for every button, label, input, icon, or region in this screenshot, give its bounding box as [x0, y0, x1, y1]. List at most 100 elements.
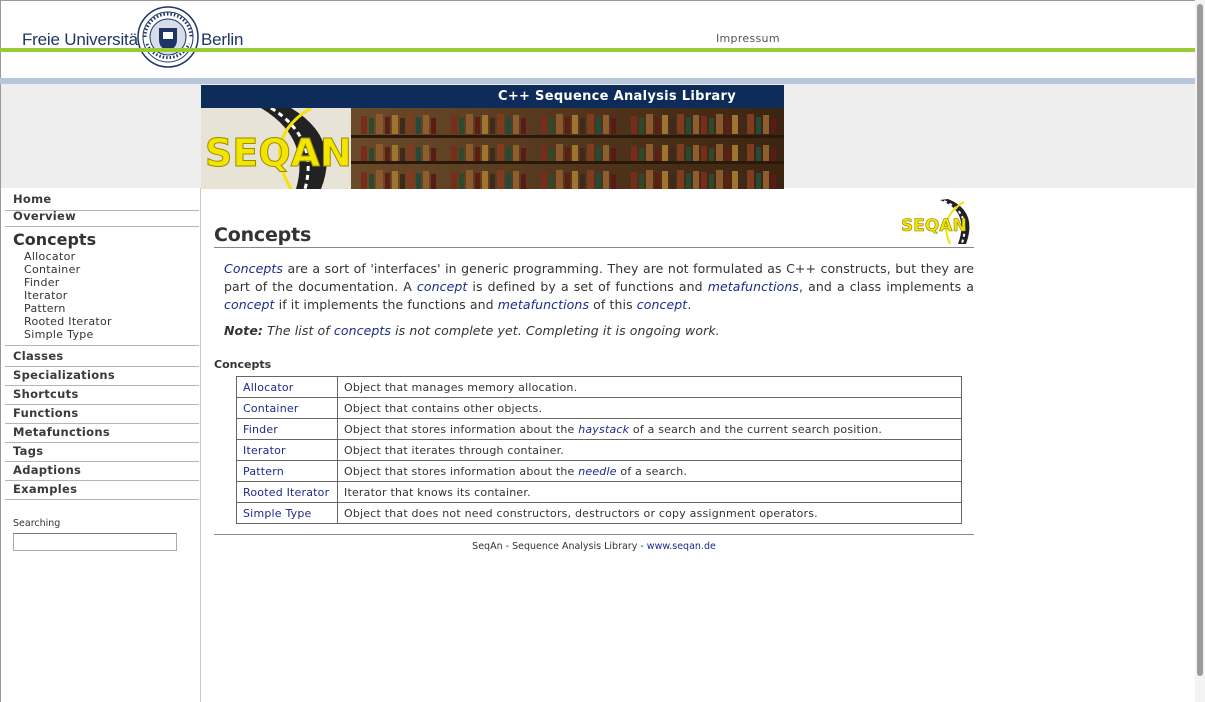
banner-title: C++ Sequence Analysis Library	[497, 89, 736, 104]
nav-divider	[5, 345, 199, 346]
concepts-table: Allocator Object that manages memory all…	[236, 376, 962, 524]
note-text: is not complete yet. Completing it is on…	[391, 323, 720, 338]
search-input[interactable]	[13, 533, 177, 551]
nav-divider	[5, 385, 199, 386]
university-name-right: Berlin	[201, 30, 244, 49]
table-cell-name: Finder	[236, 418, 338, 440]
table-row: Iterator Object that iterates through co…	[236, 439, 962, 461]
nav-divider	[5, 499, 199, 500]
intro-text: if it implements the functions and	[274, 297, 498, 312]
sidebar-item-adaptions[interactable]: Adaptions	[13, 463, 81, 477]
note-paragraph: Note: The list of concepts is not comple…	[224, 323, 974, 338]
concept-link-simple-type[interactable]: Simple Type	[243, 507, 312, 520]
concept-link-allocator[interactable]: Allocator	[243, 381, 294, 394]
sidebar-subitem-rooted-iterator[interactable]: Rooted Iterator	[24, 315, 112, 328]
link-metafunctions[interactable]: metafunctions	[498, 297, 589, 312]
table-cell-name: Pattern	[236, 460, 338, 482]
table-cell-name: Rooted Iterator	[236, 481, 338, 503]
sidebar-item-home[interactable]: Home	[13, 192, 52, 206]
sidebar-subitem-container[interactable]: Container	[24, 263, 80, 276]
table-cell-desc: Object that does not need constructors, …	[337, 502, 962, 524]
concept-link-rooted-iterator[interactable]: Rooted Iterator	[243, 486, 329, 499]
seqan-logo-text: SEQAN	[205, 131, 352, 175]
desc-text: of a search.	[616, 464, 688, 478]
table-row: Rooted Iterator Iterator that knows its …	[236, 481, 962, 503]
sidebar-item-classes[interactable]: Classes	[13, 349, 64, 363]
table-cell-desc: Object that stores information about the…	[337, 418, 962, 440]
intro-text: of this	[589, 297, 637, 312]
sidebar-heading-concepts[interactable]: Concepts	[13, 230, 96, 249]
link-concepts[interactable]: Concepts	[224, 261, 283, 276]
table-row: Pattern Object that stores information a…	[236, 460, 962, 482]
table-row: Finder Object that stores information ab…	[236, 418, 962, 440]
footer: SeqAn - Sequence Analysis Library - www.…	[214, 541, 974, 552]
sidebar-subitem-allocator[interactable]: Allocator	[24, 250, 75, 263]
impressum-link[interactable]: Impressum	[716, 32, 780, 45]
nav-divider	[5, 226, 199, 227]
table-cell-desc: Object that contains other objects.	[337, 397, 962, 419]
nav-divider	[5, 404, 199, 405]
link-metafunctions[interactable]: metafunctions	[708, 279, 799, 294]
table-cell-name: Simple Type	[236, 502, 338, 524]
desc-text: of a search and the current search posit…	[629, 422, 883, 436]
footer-divider	[214, 534, 974, 535]
table-cell-name: Iterator	[236, 439, 338, 461]
link-haystack[interactable]: haystack	[578, 423, 629, 436]
search-label: Searching	[13, 518, 61, 529]
university-header: Freie Universität Berlin Impressum	[0, 0, 1195, 68]
sidebar-item-overview[interactable]: Overview	[13, 209, 76, 223]
seqan-banner: C++ Sequence Analysis Library SEQAN	[201, 85, 784, 189]
sidebar-item-tags[interactable]: Tags	[13, 444, 43, 458]
link-concept[interactable]: concept	[224, 297, 275, 312]
banner-title-bar: C++ Sequence Analysis Library	[201, 85, 784, 108]
table-row: Simple Type Object that does not need co…	[236, 502, 962, 524]
concept-link-iterator[interactable]: Iterator	[243, 444, 286, 457]
link-concepts[interactable]: concepts	[334, 323, 391, 338]
university-name-left: Freie Universität	[22, 30, 143, 49]
concept-link-container[interactable]: Container	[243, 402, 299, 415]
seqan-logo-icon[interactable]: SEQAN	[900, 199, 974, 245]
small-logo-text: SEQAN	[901, 216, 967, 236]
page-title: Concepts	[214, 224, 312, 246]
desc-text: Object that stores information about the	[344, 464, 579, 478]
intro-text: , and a class implements a	[799, 279, 974, 294]
sidebar-item-specializations[interactable]: Specializations	[13, 368, 115, 382]
intro-paragraph: Concepts are a sort of 'interfaces' in g…	[224, 260, 974, 314]
nav-divider	[5, 480, 199, 481]
sidebar-item-shortcuts[interactable]: Shortcuts	[13, 387, 79, 401]
table-row: Container Object that contains other obj…	[236, 397, 962, 419]
intro-text: is defined by a set of functions and	[467, 279, 708, 294]
header-green-line	[0, 48, 1195, 52]
title-divider	[214, 247, 974, 248]
table-cell-desc: Object that iterates through container.	[337, 439, 962, 461]
footer-text: SeqAn - Sequence Analysis Library -	[472, 541, 647, 552]
nav-divider	[5, 442, 199, 443]
concept-link-pattern[interactable]: Pattern	[243, 465, 284, 478]
nav-divider	[5, 423, 199, 424]
intro-text: .	[687, 297, 692, 312]
desc-text: Object that stores information about the	[344, 422, 579, 436]
link-concept[interactable]: concept	[637, 297, 688, 312]
sidebar-subitem-finder[interactable]: Finder	[24, 276, 60, 289]
table-cell-name: Container	[236, 397, 338, 419]
sidebar-item-metafunctions[interactable]: Metafunctions	[13, 425, 110, 439]
link-needle[interactable]: needle	[578, 465, 617, 478]
table-cell-name: Allocator	[236, 376, 338, 398]
table-cell-desc: Object that stores information about the…	[337, 460, 962, 482]
sidebar-subitem-simple-type[interactable]: Simple Type	[24, 328, 94, 341]
university-seal-icon[interactable]	[137, 6, 199, 68]
section-heading: Concepts	[214, 358, 272, 371]
sidebar-item-functions[interactable]: Functions	[13, 406, 79, 420]
scrollbar-thumb[interactable]	[1197, 4, 1203, 676]
nav-divider	[5, 461, 199, 462]
note-label: Note:	[224, 323, 264, 338]
table-cell-desc: Object that manages memory allocation.	[337, 376, 962, 398]
sidebar-subitem-pattern[interactable]: Pattern	[24, 302, 66, 315]
footer-link[interactable]: www.seqan.de	[647, 541, 716, 552]
table-row: Allocator Object that manages memory all…	[236, 376, 962, 398]
link-concept[interactable]: concept	[417, 279, 468, 294]
sidebar-item-examples[interactable]: Examples	[13, 482, 77, 496]
sidebar-subitem-iterator[interactable]: Iterator	[24, 289, 68, 302]
table-cell-desc: Iterator that knows its container.	[337, 481, 962, 503]
concept-link-finder[interactable]: Finder	[243, 423, 278, 436]
